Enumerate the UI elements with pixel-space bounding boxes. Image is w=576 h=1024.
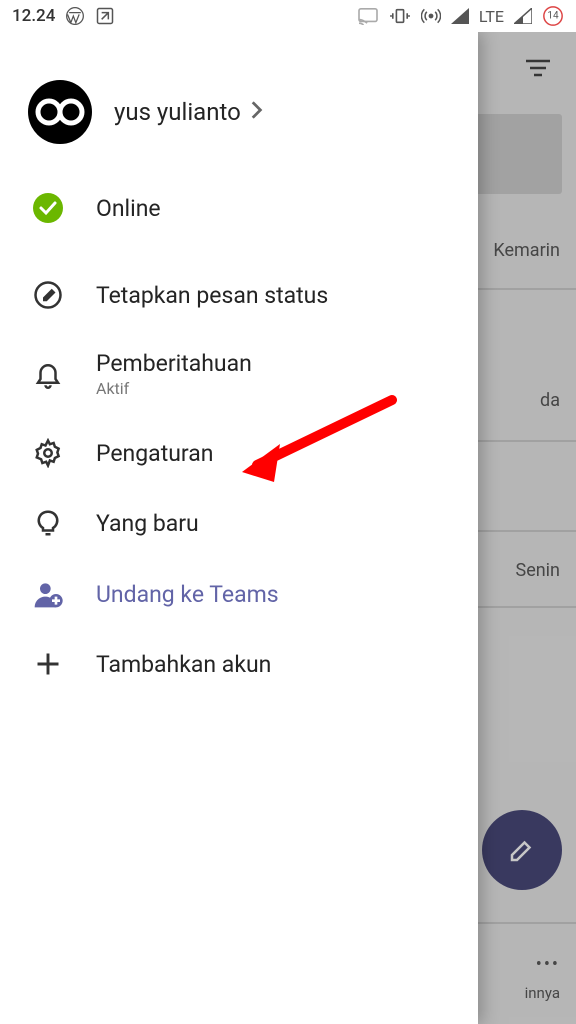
add-account-row[interactable]: Tambahkan akun — [0, 630, 478, 698]
profile-row[interactable]: yus yulianto — [0, 80, 478, 172]
notifications-label: Pemberitahuan — [96, 350, 252, 377]
gear-icon — [28, 438, 68, 468]
network-type-label: LTE — [479, 7, 504, 26]
app-icon — [95, 6, 115, 26]
avatar — [28, 80, 92, 144]
whats-new-label: Yang baru — [96, 510, 199, 537]
vibrate-icon — [389, 7, 411, 25]
nav-drawer: yus yulianto Online Tetapkan pesan statu… — [0, 32, 478, 1024]
presence-label: Online — [96, 195, 161, 222]
bell-icon — [28, 359, 68, 389]
person-add-icon — [28, 578, 68, 610]
status-bar: 12.24 LTE 14 — [0, 0, 576, 32]
edit-status-icon — [28, 280, 68, 310]
plus-icon — [28, 650, 68, 678]
online-status-icon — [28, 192, 68, 224]
wordpress-icon — [65, 6, 85, 26]
hotspot-icon — [421, 6, 441, 26]
cast-icon — [357, 7, 379, 25]
invite-label: Undang ke Teams — [96, 581, 279, 608]
add-account-label: Tambahkan akun — [96, 651, 271, 678]
invite-to-teams-row[interactable]: Undang ke Teams — [0, 558, 478, 630]
lightbulb-icon — [28, 508, 68, 538]
signal-icon-1 — [451, 8, 469, 24]
signal-icon-2 — [514, 8, 532, 24]
set-status-label: Tetapkan pesan status — [96, 282, 328, 309]
clock-label: 12.24 — [12, 6, 55, 26]
settings-label: Pengaturan — [96, 440, 213, 467]
profile-name: yus yulianto — [114, 98, 241, 126]
battery-icon: 14 — [542, 5, 564, 27]
settings-row[interactable]: Pengaturan — [0, 418, 478, 488]
chevron-right-icon — [249, 99, 263, 125]
set-status-message-row[interactable]: Tetapkan pesan status — [0, 260, 478, 330]
notifications-row[interactable]: Pemberitahuan Aktif — [0, 330, 478, 418]
whats-new-row[interactable]: Yang baru — [0, 488, 478, 558]
notifications-sublabel: Aktif — [96, 379, 252, 398]
presence-status-row[interactable]: Online — [0, 172, 478, 244]
